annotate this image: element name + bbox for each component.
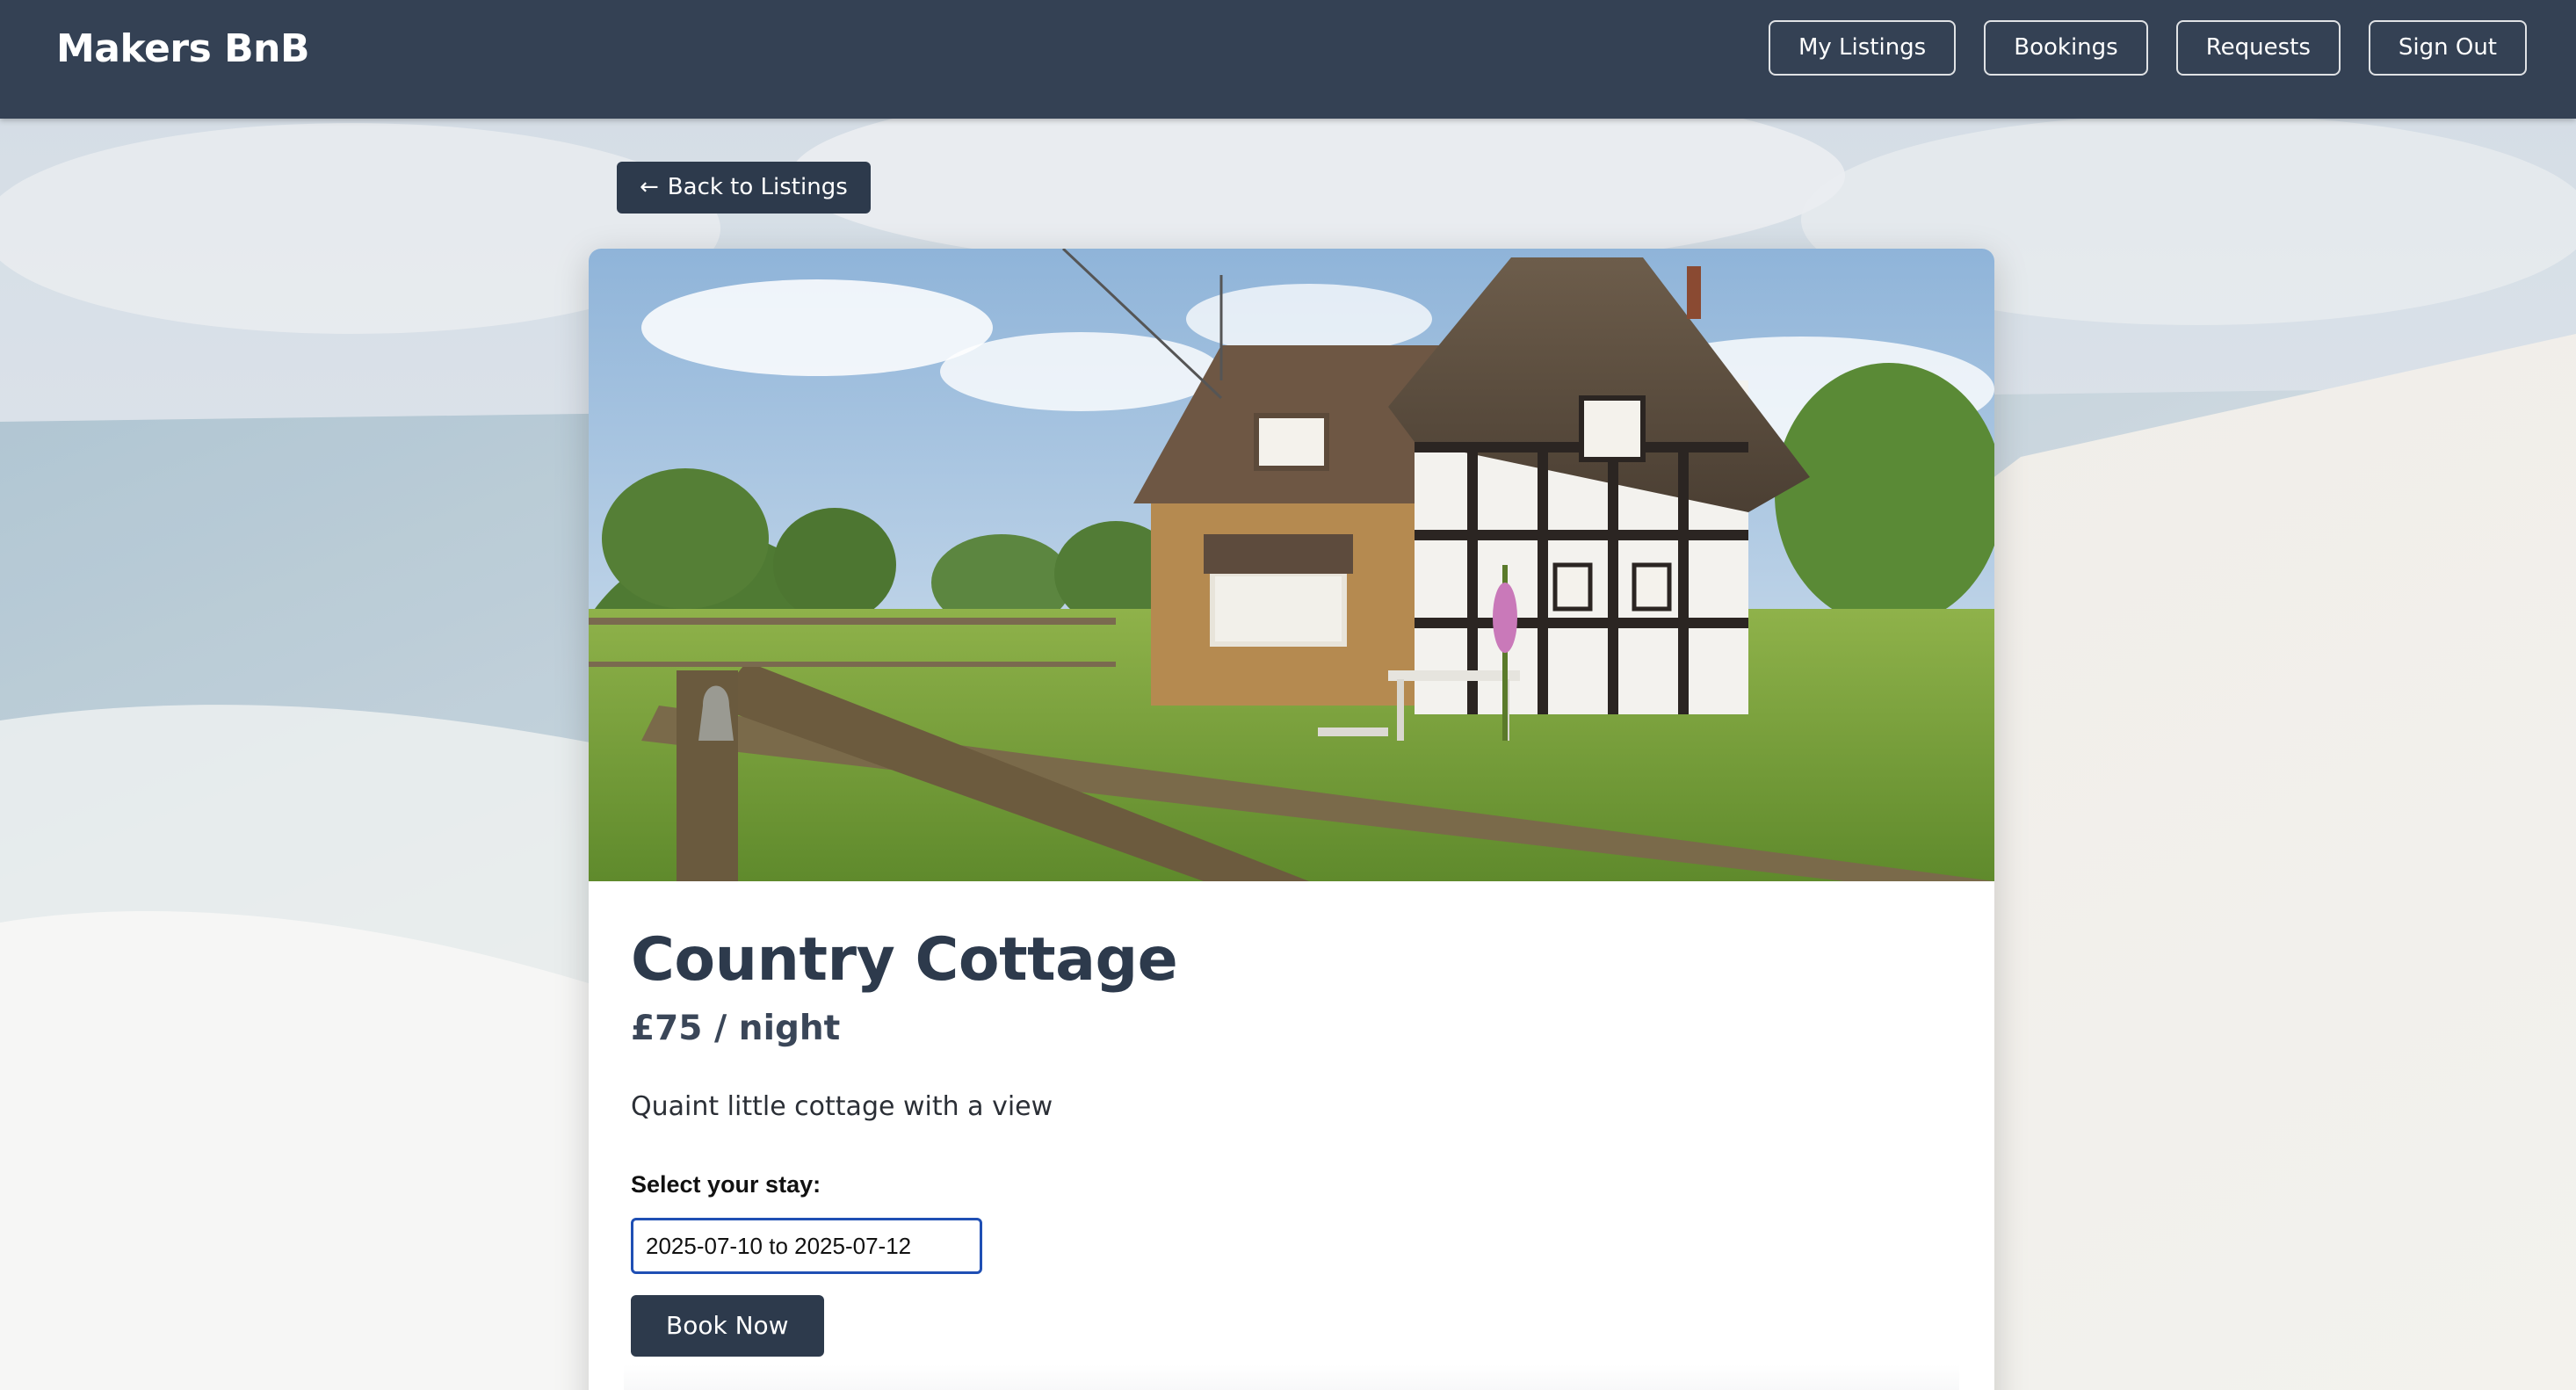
card-bottom-fade: [624, 1365, 1959, 1390]
listing-photo: [589, 249, 1994, 881]
nav-actions: My Listings Bookings Requests Sign Out: [1768, 20, 2527, 76]
date-range-input[interactable]: [631, 1218, 982, 1274]
select-stay-label: Select your stay:: [631, 1171, 821, 1198]
my-listings-button[interactable]: My Listings: [1768, 20, 1957, 76]
sign-out-button[interactable]: Sign Out: [2368, 20, 2527, 76]
listing-card: Country Cottage £75 / night Quaint littl…: [589, 249, 1994, 1390]
book-now-button[interactable]: Book Now: [631, 1295, 824, 1357]
arrow-left-icon: ←: [640, 174, 659, 200]
requests-button[interactable]: Requests: [2175, 20, 2341, 76]
listing-description: Quaint little cottage with a view: [631, 1091, 1053, 1122]
brand-logo-text[interactable]: Makers BnB: [56, 25, 310, 74]
top-navbar: Makers BnB My Listings Bookings Requests…: [0, 0, 2576, 119]
listing-title: Country Cottage: [631, 925, 1178, 995]
listing-price: £75 / night: [631, 1009, 841, 1048]
back-to-listings-label: Back to Listings: [667, 174, 848, 200]
back-to-listings-button[interactable]: ← Back to Listings: [617, 162, 871, 214]
bookings-button[interactable]: Bookings: [1984, 20, 2148, 76]
